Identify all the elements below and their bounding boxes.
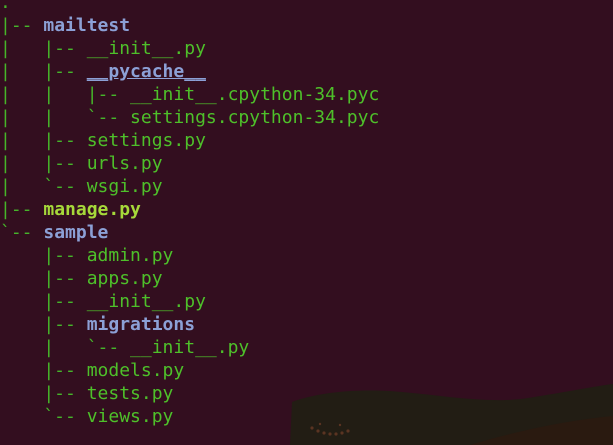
file-name: __init__.py — [86, 38, 206, 59]
tree-branch: | |-- — [0, 153, 87, 174]
tree-branch: | `-- — [0, 176, 87, 197]
tree-line: | |-- __init__.py — [0, 37, 379, 60]
tree-branch: | `-- — [0, 337, 131, 358]
tree-branch: | |-- — [0, 38, 87, 59]
tree-line: `-- sample — [0, 221, 379, 244]
directory-name: __pycache__ — [86, 61, 206, 82]
file-name: settings.py — [86, 130, 206, 151]
tree-branch: |-- — [0, 199, 44, 220]
tree-line: | |-- settings.py — [0, 129, 379, 152]
executable-name: manage.py — [43, 199, 141, 220]
directory-name: mailtest — [43, 15, 131, 36]
tree-line: | `-- wsgi.py — [0, 175, 379, 198]
tree-branch: |-- — [0, 360, 87, 381]
file-name: wsgi.py — [86, 176, 163, 197]
file-name: settings.cpython-34.pyc — [130, 107, 380, 128]
tree-branch: |-- — [0, 383, 87, 404]
tree-branch: |-- — [0, 268, 87, 289]
tree-branch: |-- — [0, 15, 44, 36]
directory-name: sample — [43, 222, 109, 243]
tree-line: | | |-- __init__.cpython-34.pyc — [0, 83, 379, 106]
tree-branch: | | `-- — [0, 107, 131, 128]
tree-line: |-- admin.py — [0, 244, 379, 267]
tree-line: |-- models.py — [0, 359, 379, 382]
tree-branch: `-- — [0, 406, 87, 427]
tree-branch: |-- — [0, 314, 87, 335]
tree-line: | `-- __init__.py — [0, 336, 379, 359]
tree-line: |-- manage.py — [0, 198, 379, 221]
tree-line: |-- migrations — [0, 313, 379, 336]
tree-line: | | `-- settings.cpython-34.pyc — [0, 106, 379, 129]
directory-tree: . |-- mailtest | |-- __init__.py | |-- __py… — [0, 0, 379, 428]
file-name: __init__.py — [86, 291, 206, 312]
file-name: __init__.cpython-34.pyc — [130, 84, 380, 105]
file-name: __init__.py — [130, 337, 250, 358]
tree-line: . — [0, 0, 379, 14]
terminal-window[interactable]: . |-- mailtest | |-- __init__.py | |-- __py… — [0, 0, 613, 445]
tree-branch: |-- — [0, 291, 87, 312]
tree-line: | |-- __pycache__ — [0, 60, 379, 83]
tree-line: |-- mailtest — [0, 14, 379, 37]
tree-branch: . — [0, 0, 11, 13]
file-name: models.py — [86, 360, 185, 381]
tree-line: |-- __init__.py — [0, 290, 379, 313]
file-name: admin.py — [86, 245, 174, 266]
tree-line: |-- apps.py — [0, 267, 379, 290]
file-name: urls.py — [86, 153, 163, 174]
file-name: views.py — [86, 406, 174, 427]
tree-line: `-- views.py — [0, 405, 379, 428]
directory-name: migrations — [86, 314, 196, 335]
tree-branch: `-- — [0, 222, 44, 243]
tree-branch: |-- — [0, 245, 87, 266]
file-name: tests.py — [86, 383, 174, 404]
tree-line: |-- tests.py — [0, 382, 379, 405]
tree-branch: | |-- — [0, 61, 87, 82]
file-name: apps.py — [86, 268, 163, 289]
tree-branch: | |-- — [0, 130, 87, 151]
tree-branch: | | |-- — [0, 84, 131, 105]
tree-line: | |-- urls.py — [0, 152, 379, 175]
